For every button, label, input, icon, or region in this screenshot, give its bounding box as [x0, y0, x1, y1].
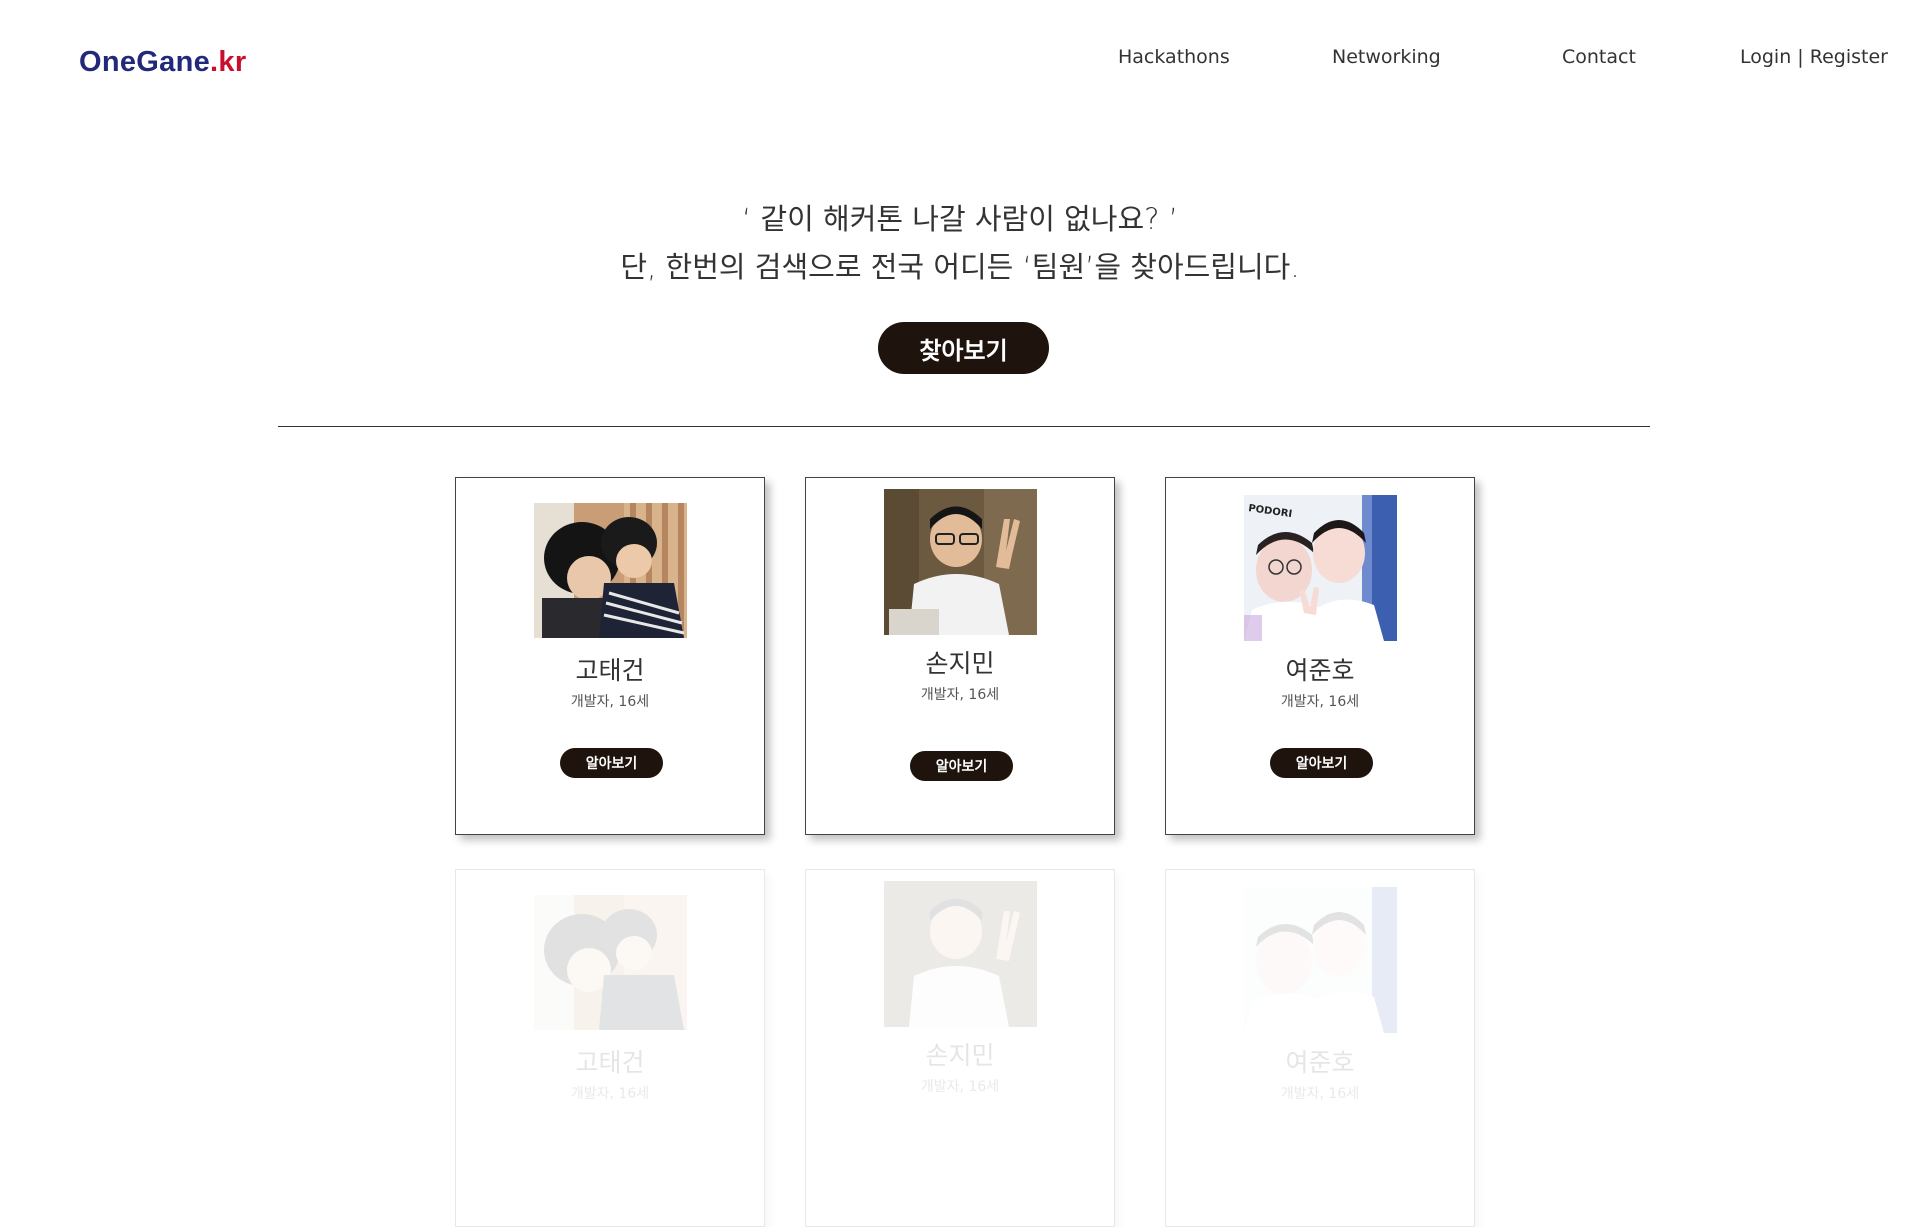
profile-photo [534, 503, 687, 638]
profile-role: 개발자, 16세 [570, 1086, 650, 1102]
profile-photo [884, 489, 1037, 635]
site-logo[interactable]: OneGane.kr [79, 46, 246, 79]
profile-photo: PODORI [1244, 495, 1397, 641]
profile-name: 고태건 [575, 1048, 645, 1077]
site-header: OneGane.kr Hackathons Networking Contact… [0, 0, 1920, 120]
profile-photo [884, 881, 1037, 1027]
nav-login-register[interactable]: Login | Register [1740, 46, 1888, 68]
logo-domain: .kr [210, 46, 247, 78]
profile-photo [534, 895, 687, 1030]
profile-card: 여준호 개발자, 16세 [1165, 869, 1475, 1227]
profile-card: 고태건 개발자, 16세 [455, 869, 765, 1227]
profile-card: 고태건 개발자, 16세 알아보기 [455, 477, 765, 835]
profile-role: 개발자, 16세 [920, 1079, 1000, 1095]
hero-tagline: 단, 한번의 검색으로 전국 어디든 ‘팀원’을 찾아드립니다. [620, 250, 1300, 284]
hero-question: ‘ 같이 해커톤 나갈 사람이 없나요? ’ [742, 202, 1178, 236]
hero-section: ‘ 같이 해커톤 나갈 사람이 없나요? ’ 단, 한번의 검색으로 전국 어디… [0, 195, 1920, 291]
nav-networking[interactable]: Networking [1332, 46, 1441, 68]
view-profile-button[interactable]: 알아보기 [560, 748, 663, 778]
nav-hackathons[interactable]: Hackathons [1118, 46, 1230, 68]
view-profile-button[interactable]: 알아보기 [910, 751, 1013, 781]
profile-name: 여준호 [1285, 1048, 1355, 1077]
section-divider [278, 426, 1650, 427]
profile-card: 손지민 개발자, 16세 [805, 869, 1115, 1227]
profile-name: 여준호 [1285, 656, 1355, 685]
profile-role: 개발자, 16세 [570, 694, 650, 710]
search-cta-button[interactable]: 찾아보기 [878, 322, 1049, 374]
profile-role: 개발자, 16세 [1280, 1086, 1360, 1102]
nav-contact[interactable]: Contact [1562, 46, 1636, 68]
profile-name: 손지민 [925, 1041, 995, 1070]
profile-role: 개발자, 16세 [920, 687, 1000, 703]
profile-photo [1244, 887, 1397, 1033]
profile-role: 개발자, 16세 [1280, 694, 1360, 710]
profile-card: PODORI 여준호 개발자, 16세 알아보기 [1165, 477, 1475, 835]
profile-name: 고태건 [575, 656, 645, 685]
profile-name: 손지민 [925, 649, 995, 678]
profile-card: 손지민 개발자, 16세 알아보기 [805, 477, 1115, 835]
logo-text: OneGane [79, 46, 211, 78]
view-profile-button[interactable]: 알아보기 [1270, 748, 1373, 778]
